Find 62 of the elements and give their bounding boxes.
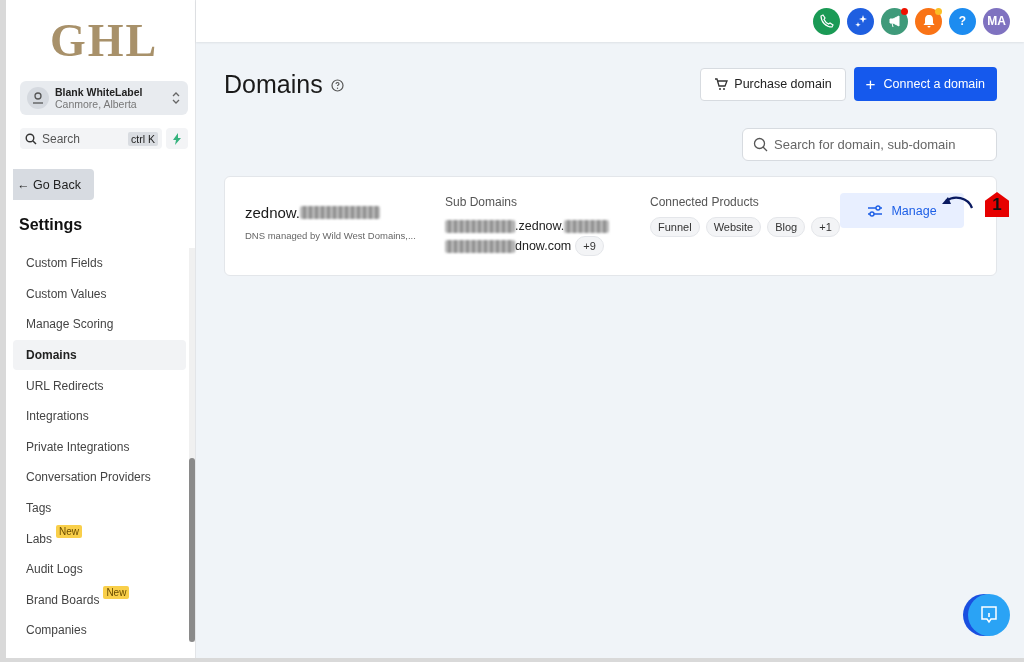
more-count: +9 [575, 236, 604, 256]
account-switcher[interactable]: Blank WhiteLabel Canmore, Alberta [20, 81, 188, 115]
sub-domain: dnow.com [515, 239, 572, 253]
sidebar-item[interactable]: Custom Values [13, 278, 186, 310]
sliders-icon [867, 204, 884, 217]
search-box[interactable]: Search ctrl K [20, 128, 162, 149]
purchase-domain-button[interactable]: Purchase domain [700, 67, 846, 101]
product-tag: Funnel [650, 217, 700, 237]
dns-provider: DNS managed by Wild West Domains,... [245, 230, 417, 241]
logo: GHL [48, 14, 160, 68]
sub-domain: .zednow. [515, 219, 565, 233]
cart-icon [714, 77, 729, 91]
sidebar-item[interactable]: Domains [13, 339, 186, 371]
connect-domain-button[interactable]: + Connect a domain [853, 67, 997, 101]
new-tag: New [56, 525, 83, 539]
settings-heading: Settings [19, 216, 84, 234]
location-icon [27, 87, 49, 109]
sidebar-item[interactable]: Private Integrations [13, 431, 186, 463]
chevron-icon [171, 90, 181, 106]
help-icon[interactable] [330, 78, 344, 92]
bell-icon[interactable] [915, 7, 942, 35]
domain-search-box[interactable]: Search for domain, sub-domain [742, 128, 997, 161]
sidebar-item[interactable]: Companies [13, 615, 186, 646]
product-tag: Blog [767, 217, 806, 237]
sidebar-item[interactable]: Audit Logs [13, 553, 186, 585]
manage-button[interactable]: Manage [840, 193, 964, 228]
curved-arrow [940, 194, 974, 210]
step-marker: 1 [985, 192, 1009, 217]
new-tag: New [103, 586, 130, 600]
bolt-icon [172, 132, 182, 145]
account-location: Canmore, Alberta [55, 98, 138, 110]
domain-search-field[interactable]: Search for domain, sub-domain [774, 137, 986, 152]
sidebar-item[interactable]: URL Redirects [13, 370, 186, 401]
domain-name: zednow. [245, 204, 301, 221]
sidebar-item[interactable]: Labs New [13, 523, 186, 554]
redaction-mark [564, 219, 610, 233]
search-icon [25, 132, 37, 145]
scrollbar[interactable] [189, 248, 195, 642]
sparkle-icon[interactable] [847, 7, 874, 35]
phone-icon[interactable] [813, 7, 840, 35]
sidebar-item[interactable]: Conversation Providers [13, 462, 186, 493]
sidebar-item[interactable]: Tags [13, 492, 186, 524]
user-avatar[interactable]: MA [983, 7, 1010, 35]
sidebar-item[interactable]: Manage Scoring [13, 309, 186, 340]
chat-info-icon [979, 605, 999, 625]
column-label: Sub Domains [445, 195, 519, 209]
sidebar-item[interactable]: Integrations [13, 400, 186, 432]
search-icon [753, 137, 768, 152]
go-back-button[interactable]: ← Go Back [13, 169, 94, 200]
product-tag: +1 [811, 217, 840, 237]
redaction-mark [445, 219, 515, 233]
search-field[interactable]: Search [42, 131, 124, 146]
product-tag: Website [705, 217, 762, 237]
account-name: Blank WhiteLabel [55, 86, 144, 98]
redaction-mark [445, 239, 515, 253]
page-title: Domains [224, 69, 323, 99]
column-label: Connected Products [650, 195, 760, 209]
quick-action-button[interactable] [166, 128, 188, 149]
sidebar-item[interactable]: Custom Fields [13, 248, 186, 279]
shortcut-hint: ctrl K [128, 131, 158, 146]
megaphone-icon[interactable] [881, 7, 908, 35]
sidebar-item[interactable]: Brand Boards New [13, 584, 186, 616]
